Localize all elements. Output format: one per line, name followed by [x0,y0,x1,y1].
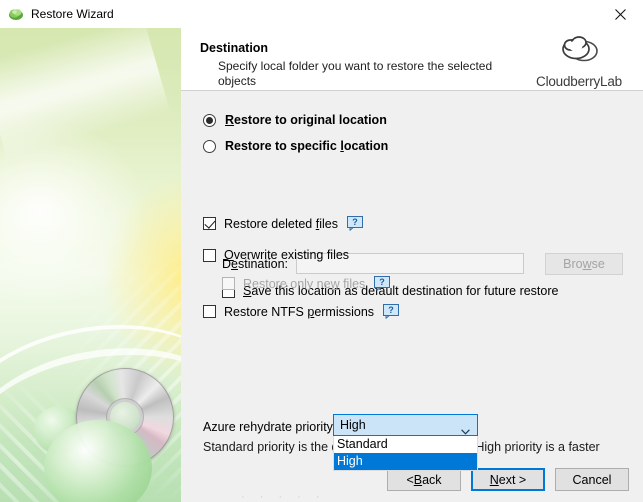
svg-text:?: ? [380,277,386,287]
radio-label-original-post: estore to original location [234,113,387,127]
accel-char-browse: w [582,257,592,271]
close-icon[interactable] [597,0,643,28]
checkbox-label-restore-only-new-pre: Restore only ne [243,276,331,291]
cloud-logo-icon [562,36,598,62]
svg-text:?: ? [352,217,358,227]
checkbox-label-restore-deleted-post: iles [319,216,338,231]
help-icon-restore-deleted[interactable]: ? [346,216,363,231]
cloudberrylab-logo: CloudberryLab [527,32,631,89]
checkbox-indicator-overwrite[interactable] [203,248,216,262]
next-button[interactable]: Next > [471,468,545,491]
checkbox-restore-ntfs-permissions[interactable]: Restore NTFS permissions ? [203,304,400,319]
radio-indicator-specific[interactable] [203,139,216,153]
browse-label-post: se [591,257,605,271]
next-label-post: ext > [498,472,527,487]
help-icon-restore-only-new[interactable]: ? [374,276,391,291]
checkbox-label-restore-deleted-pre: Restore deleted [224,216,316,231]
window-title: Restore Wizard [31,7,114,21]
cloud-icon [8,6,24,22]
accel-char-restore-only-new: w [330,276,340,291]
radio-label-specific-post: ocation [343,139,389,153]
rehydrate-priority-combobox[interactable]: High [333,414,478,436]
wizard-sidebar-artwork [0,28,181,502]
checkbox-restore-only-new-files[interactable]: Restore only new files ? [222,276,391,291]
checkbox-label-ntfs: Restore NTFS permissions [224,305,374,319]
browse-button[interactable]: Bro w se [545,253,623,275]
back-label-pre: < [406,472,414,487]
radio-restore-original-location[interactable]: Restore to original location [203,113,387,127]
browse-label-pre: Bro [563,257,583,271]
accel-char-overwrite: O [224,248,234,262]
radio-indicator-original[interactable] [203,113,216,127]
dropdown-option-high[interactable]: High [334,453,477,470]
page-title: Destination [200,41,269,55]
checkbox-label-restore-only-new-post: files [339,276,366,291]
checkbox-overwrite-existing-files[interactable]: Overwrite existing files [203,248,349,262]
checkbox-label-ntfs-post: ermissions [314,304,375,319]
rehydrate-priority-value: High [340,418,366,432]
svg-text:?: ? [388,305,394,315]
wizard-content: Restore to original location Restore to … [181,91,643,485]
wizard-header: Destination Specify local folder you wan… [181,28,643,90]
restore-wizard-window: Restore Wizard Destination Specify local… [0,0,643,502]
checkbox-label-overwrite: Overwrite existing files [224,248,349,262]
rehydrate-priority-dropdown-list[interactable]: Standard High [333,436,478,471]
checkbox-indicator-restore-deleted[interactable] [203,217,216,230]
checkbox-indicator-restore-only-new[interactable] [222,277,235,290]
checkbox-indicator-ntfs[interactable] [203,305,216,318]
page-subtitle: Specify local folder you want to restore… [218,59,493,88]
checkbox-label-restore-only-new: Restore only new files [243,277,365,291]
accel-char-back: B [413,472,423,487]
dropdown-option-standard[interactable]: Standard [334,436,477,453]
logo-text: CloudberryLab [536,74,622,89]
chevron-down-icon[interactable] [461,422,470,435]
checkbox-restore-deleted-files[interactable]: Restore deleted files ? [203,216,363,231]
bottom-strip-text: · · · · · [241,496,326,502]
back-label-post: ack [422,472,442,487]
title-bar: Restore Wizard [0,0,643,28]
back-button[interactable]: < Back [387,468,461,491]
rehydrate-priority-label: Azure rehydrate priority: [203,420,337,434]
accel-char-original: R [225,113,235,127]
radio-restore-specific-location[interactable]: Restore to specific location [203,139,388,153]
radio-label-specific-pre: Restore to specific [225,139,341,153]
bottom-cut-off-strip: · · · · · [181,496,643,502]
checkbox-label-restore-deleted: Restore deleted files [224,217,338,231]
radio-label-original: Restore to original location [225,113,387,127]
accel-char-next: N [489,472,499,487]
cancel-button[interactable]: Cancel [555,468,629,491]
radio-label-specific: Restore to specific location [225,139,388,153]
checkbox-label-ntfs-pre: Restore NTFS [224,304,308,319]
checkbox-label-overwrite-post: verwrite existing files [233,248,350,262]
help-icon-ntfs[interactable]: ? [383,304,400,319]
